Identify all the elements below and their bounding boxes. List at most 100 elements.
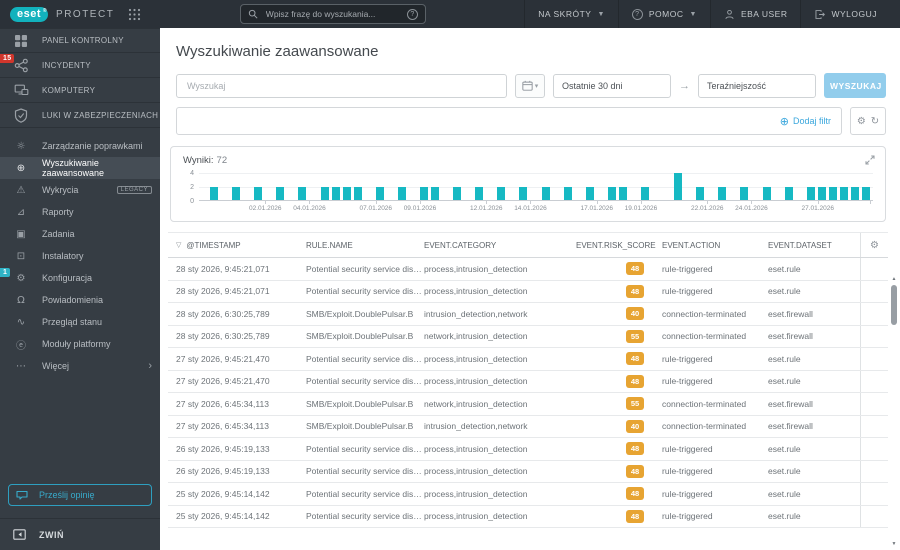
collapse-sidebar-button[interactable]: ZWIŃ bbox=[0, 518, 160, 550]
cell-dataset: eset.rule bbox=[768, 376, 801, 387]
cell-dataset: eset.rule bbox=[768, 488, 801, 499]
table-settings-gear-icon[interactable]: ⚙ bbox=[860, 233, 888, 257]
eset-logo[interactable]: eset ® bbox=[10, 6, 49, 22]
shortcuts-menu[interactable]: NA SKRÓTY ▼ bbox=[524, 0, 618, 28]
chart-bar bbox=[817, 186, 826, 200]
date-from-input[interactable] bbox=[553, 73, 671, 98]
table-row[interactable]: 27 sty 2026, 9:45:21,470 Potential secur… bbox=[168, 348, 888, 371]
feedback-button[interactable]: Prześlij opinię bbox=[8, 484, 152, 506]
sidebar-item-wykrycia[interactable]: ⚠ Wykrycia LEGACY bbox=[0, 179, 160, 201]
chart-xtick-label: 27.01.2026 bbox=[801, 205, 835, 212]
table-row[interactable]: 28 sty 2026, 9:45:21,071 Potential secur… bbox=[168, 258, 888, 281]
help-menu[interactable]: ? POMOC ▼ bbox=[617, 0, 710, 28]
add-filter-button[interactable]: ⊕ Dodaj filtr bbox=[780, 115, 831, 128]
sidebar-item-wiecej[interactable]: ⋯ Więcej › bbox=[0, 355, 160, 377]
incident-count-badge: 15 bbox=[0, 54, 15, 63]
table-row[interactable]: 28 sty 2026, 6:30:25,789 SMB/Exploit.Dou… bbox=[168, 303, 888, 326]
cell-category: process,intrusion_detection bbox=[424, 263, 528, 274]
patch-management-icon: ☼ bbox=[16, 140, 26, 152]
chart-ytick-label: 0 bbox=[190, 198, 194, 205]
main-content: Wyszukiwanie zaawansowane ▾ → WYSZUKAJ ⊕… bbox=[160, 28, 900, 550]
chart-bar bbox=[607, 186, 616, 200]
legacy-tag: LEGACY bbox=[116, 186, 152, 194]
search-help-icon[interactable]: ? bbox=[406, 8, 418, 20]
refresh-icon[interactable]: ↻ bbox=[871, 116, 879, 127]
col-header-event-category[interactable]: EVENT.CATEGORY bbox=[424, 241, 576, 250]
expand-chart-icon[interactable] bbox=[865, 155, 875, 165]
sidebar-item-komputery[interactable]: KOMPUTERY bbox=[0, 78, 160, 103]
sidebar-item-powiadomienia[interactable]: Ω Powiadomienia bbox=[0, 289, 160, 311]
logout-button[interactable]: WYLOGUJ bbox=[800, 0, 890, 28]
sidebar-item-raporty[interactable]: ⊿ Raporty bbox=[0, 201, 160, 223]
col-header-rule-name[interactable]: RULE.NAME bbox=[306, 241, 424, 250]
risk-score-badge: 48 bbox=[626, 284, 644, 298]
settings-gear-icon[interactable]: ⚙ bbox=[857, 116, 866, 127]
sidebar-item-luki-w-zabezpieczeniach[interactable]: LUKI W ZABEZPIECZENIACH bbox=[0, 103, 160, 128]
plus-circle-icon: ⊕ bbox=[779, 115, 789, 128]
cell-rule-name: Potential security service disco... bbox=[306, 488, 424, 499]
table-row[interactable]: 27 sty 2026, 6:45:34,113 SMB/Exploit.Dou… bbox=[168, 415, 888, 438]
query-search-input[interactable] bbox=[176, 73, 507, 98]
col-header-event-dataset[interactable]: EVENT.DATASET bbox=[768, 241, 860, 250]
global-search[interactable]: ? bbox=[239, 4, 426, 24]
sidebar-item-zarzadzanie-poprawkami[interactable]: ☼ Zarządzanie poprawkami bbox=[0, 135, 160, 157]
cell-timestamp: 27 sty 2026, 6:45:34,113 bbox=[176, 398, 269, 409]
table-row[interactable]: 27 sty 2026, 9:45:21,470 Potential secur… bbox=[168, 370, 888, 393]
scroll-up-arrow[interactable]: ▲ bbox=[890, 276, 898, 282]
sidebar-item-konfiguracja[interactable]: 1 ⚙ Konfiguracja bbox=[0, 267, 160, 289]
cell-action: connection-terminated bbox=[662, 421, 747, 432]
sidebar: PANEL KONTROLNY 15 INCYDENTY KOMPUTERY L… bbox=[0, 28, 160, 550]
table-row[interactable]: 28 sty 2026, 9:45:21,071 Potential secur… bbox=[168, 280, 888, 303]
cell-timestamp: 27 sty 2026, 9:45:21,470 bbox=[176, 353, 270, 364]
search-row: ▾ → WYSZUKAJ bbox=[176, 73, 886, 98]
sidebar-item-przeglad-stanu[interactable]: ∿ Przegląd stanu bbox=[0, 311, 160, 333]
chart-bar bbox=[331, 186, 340, 200]
chart-xtick-label: 07.01.2026 bbox=[359, 205, 393, 212]
cell-timestamp: 28 sty 2026, 9:45:21,071 bbox=[176, 286, 270, 297]
cell-action: rule-triggered bbox=[662, 443, 713, 454]
user-menu[interactable]: EBA USER bbox=[709, 0, 801, 28]
sidebar-item-zadania[interactable]: ▣ Zadania bbox=[0, 223, 160, 245]
date-to-input[interactable] bbox=[698, 73, 816, 98]
global-search-input[interactable] bbox=[263, 8, 401, 20]
col-header-risk-score[interactable]: EVENT.RISK_SCORE bbox=[576, 241, 656, 250]
col-header-timestamp[interactable]: ▽ @TIMESTAMP bbox=[176, 241, 306, 250]
cell-dataset: eset.rule bbox=[768, 443, 801, 454]
table-row[interactable]: 26 sty 2026, 9:45:19,133 Potential secur… bbox=[168, 438, 888, 461]
chevron-down-icon: ▼ bbox=[689, 10, 697, 18]
search-submit-button[interactable]: WYSZUKAJ bbox=[824, 73, 886, 98]
table-row[interactable]: 28 sty 2026, 6:30:25,789 SMB/Exploit.Dou… bbox=[168, 325, 888, 348]
incidents-icon bbox=[13, 58, 29, 73]
detections-warning-icon: ⚠ bbox=[16, 184, 26, 196]
chevron-down-icon: ▾ bbox=[534, 82, 539, 90]
results-table-body: 28 sty 2026, 9:45:21,071 Potential secur… bbox=[168, 258, 888, 528]
sidebar-item-incydenty[interactable]: 15 INCYDENTY bbox=[0, 53, 160, 78]
cell-action: rule-triggered bbox=[662, 488, 713, 499]
scrollbar-thumb[interactable] bbox=[891, 285, 897, 325]
cell-category: process,intrusion_detection bbox=[424, 466, 528, 477]
cell-timestamp: 25 sty 2026, 9:45:14,142 bbox=[176, 488, 270, 499]
sidebar-item-panel-kontrolny[interactable]: PANEL KONTROLNY bbox=[0, 28, 160, 53]
configuration-gear-icon: ⚙ bbox=[16, 272, 26, 284]
cell-category: process,intrusion_detection bbox=[424, 443, 528, 454]
app-grid-icon[interactable] bbox=[128, 8, 141, 21]
cell-rule-name: SMB/Exploit.DoublePulsar.B bbox=[306, 308, 414, 319]
feedback-bubble-icon bbox=[16, 490, 28, 501]
date-picker-button[interactable]: ▾ bbox=[515, 73, 545, 98]
scroll-down-arrow[interactable]: ▼ bbox=[890, 541, 898, 547]
search-icon bbox=[248, 9, 258, 19]
table-row[interactable]: 26 sty 2026, 9:45:19,133 Potential secur… bbox=[168, 460, 888, 483]
sidebar-item-instalatory[interactable]: ⊡ Instalatory bbox=[0, 245, 160, 267]
sidebar-item-wyszukiwanie-zaawansowane[interactable]: ⊕ Wyszukiwanie zaawansowane bbox=[0, 157, 160, 179]
chart-bar bbox=[839, 186, 848, 200]
table-row[interactable]: 25 sty 2026, 9:45:14,142 Potential secur… bbox=[168, 505, 888, 528]
table-row[interactable]: 27 sty 2026, 6:45:34,113 SMB/Exploit.Dou… bbox=[168, 393, 888, 416]
chart-bar bbox=[453, 186, 462, 200]
sidebar-item-moduly-platformy[interactable]: ⓔ Moduły platformy bbox=[0, 333, 160, 355]
top-bar: eset® PROTECT ? NA SKRÓTY▼ ? POMOC▼ EBA … bbox=[0, 0, 900, 28]
col-header-event-action[interactable]: EVENT.ACTION bbox=[650, 241, 768, 250]
product-name: PROTECT bbox=[56, 8, 115, 20]
table-row[interactable]: 25 sty 2026, 9:45:14,142 Potential secur… bbox=[168, 483, 888, 506]
chart-bar bbox=[342, 186, 351, 200]
cell-category: process,intrusion_detection bbox=[424, 488, 528, 499]
